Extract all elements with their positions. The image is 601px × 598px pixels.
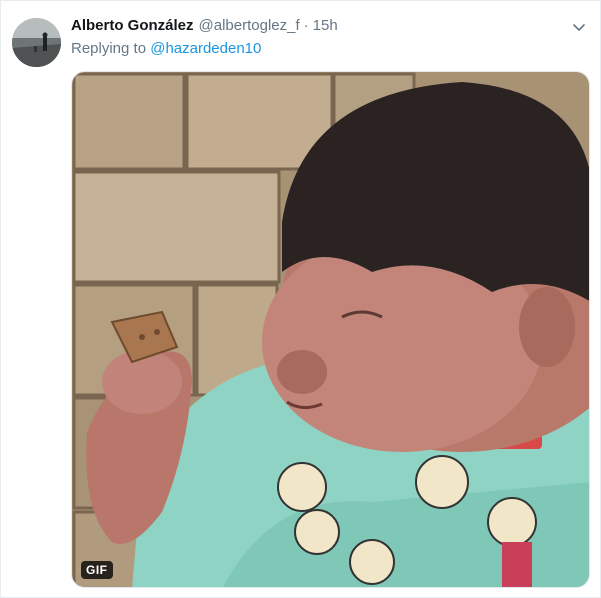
display-name[interactable]: Alberto González xyxy=(71,17,194,34)
reply-context: Replying to @hazardeden10 xyxy=(71,40,261,57)
chevron-down-icon[interactable] xyxy=(571,19,587,35)
gif-image xyxy=(72,72,589,587)
timestamp[interactable]: 15h xyxy=(313,17,338,34)
gif-media[interactable]: GIF xyxy=(71,71,590,588)
reply-mention-link[interactable]: @hazardeden10 xyxy=(150,40,261,57)
user-handle[interactable]: @albertoglez_f xyxy=(199,17,300,34)
tweet-header: Alberto González @albertoglez_f · 15h xyxy=(71,17,560,39)
reply-prefix: Replying to xyxy=(71,40,147,57)
avatar[interactable] xyxy=(12,18,61,67)
avatar-image xyxy=(12,18,61,67)
tweet-card[interactable]: Alberto González @albertoglez_f · 15h Re… xyxy=(0,0,601,598)
separator: · xyxy=(303,17,309,34)
gif-badge: GIF xyxy=(81,561,113,579)
